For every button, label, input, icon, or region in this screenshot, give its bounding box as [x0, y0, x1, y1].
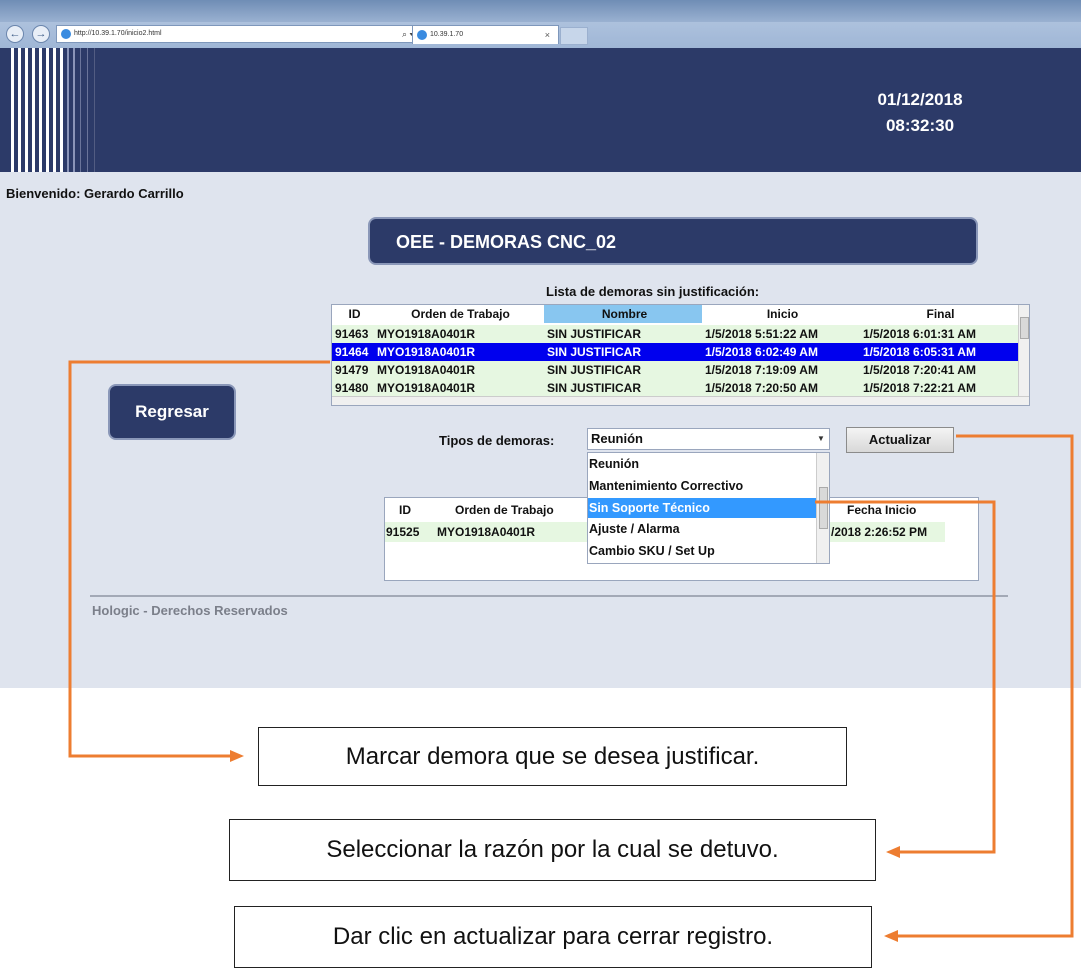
annotation-box-3: Dar clic en actualizar para cerrar regis… — [234, 906, 872, 968]
arrowhead-icon — [884, 930, 898, 942]
annotation-box-2: Seleccionar la razón por la cual se detu… — [229, 819, 876, 881]
annotation-box-1: Marcar demora que se desea justificar. — [258, 727, 847, 786]
arrowhead-icon — [886, 846, 900, 858]
arrowhead-icon — [230, 750, 244, 762]
arrow-to-update — [898, 434, 1074, 938]
arrow-to-row — [68, 360, 330, 758]
arrow-to-dropdown — [815, 500, 996, 854]
